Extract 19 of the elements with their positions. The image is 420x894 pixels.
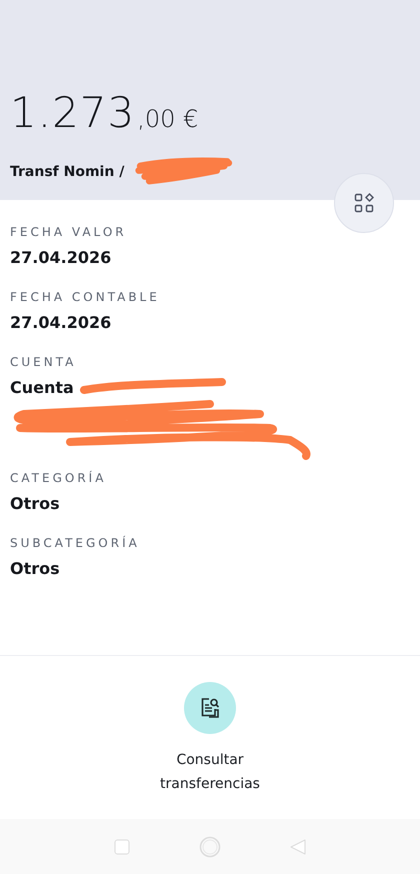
amount-decimals: ,00 € xyxy=(137,105,198,133)
field-value: 27.04.2026 xyxy=(10,248,112,268)
consult-transfers-button[interactable]: Consultar transferencias xyxy=(150,682,270,819)
document-search-icon xyxy=(200,697,220,719)
field-value: 27.04.2026 xyxy=(10,313,112,333)
recents-icon[interactable] xyxy=(114,838,130,854)
transaction-description: Transf Nomin / xyxy=(10,164,124,180)
field-label: SUBCATEGORÍA xyxy=(10,535,141,551)
field-value: Otros xyxy=(10,494,60,514)
field-label: FECHA CONTABLE xyxy=(10,289,161,305)
home-icon[interactable] xyxy=(198,836,221,858)
back-icon[interactable] xyxy=(290,838,306,854)
field-label: CUENTA xyxy=(10,354,78,370)
apps-icon xyxy=(354,193,374,213)
field-value: Cuenta xyxy=(10,378,74,398)
amount-integer: 1.273 xyxy=(10,88,136,137)
field-label: CATEGORÍA xyxy=(10,470,108,486)
field-value: Otros xyxy=(10,559,60,579)
field-label: FECHA VALOR xyxy=(10,224,128,240)
